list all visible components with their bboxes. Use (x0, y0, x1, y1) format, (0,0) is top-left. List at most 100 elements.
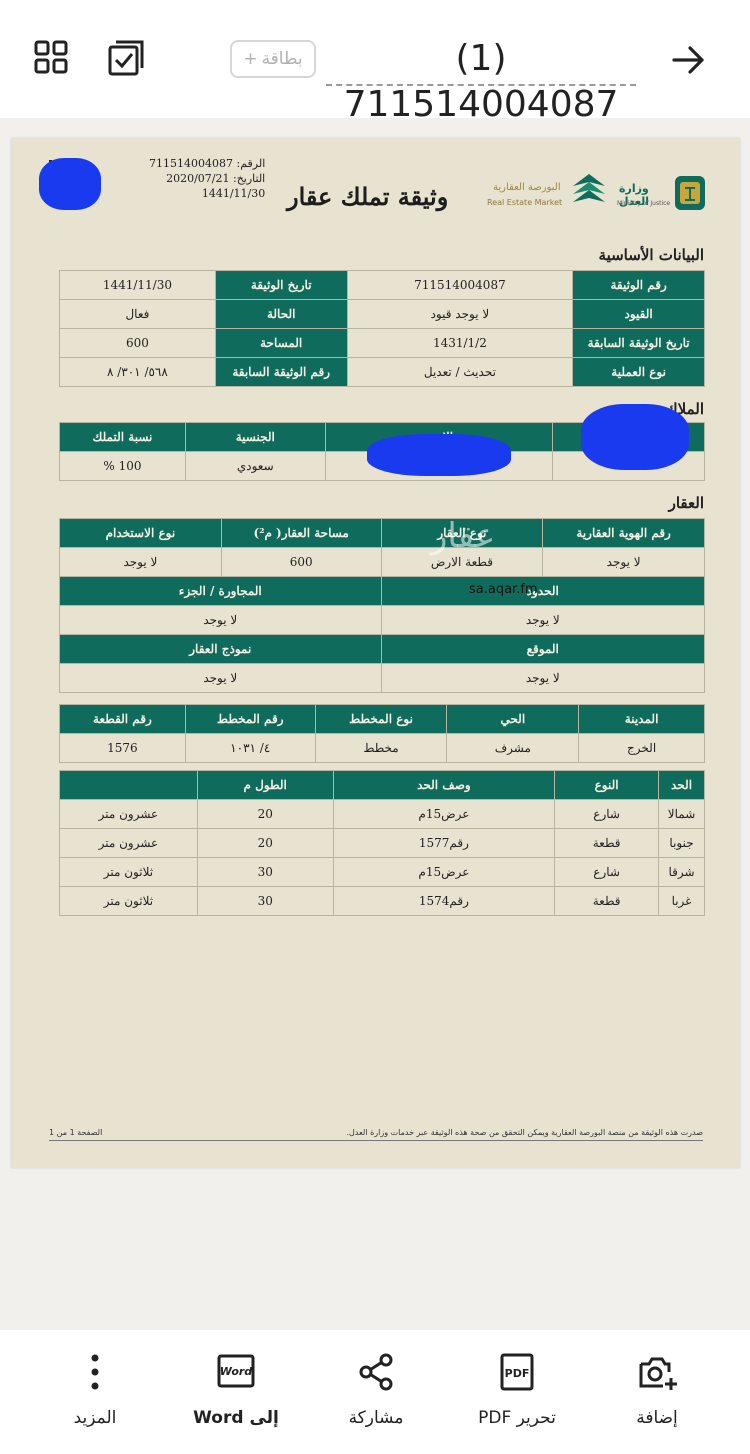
property-table: رقم الهوية العقارية نوع العقار مساحة الع… (59, 518, 706, 693)
table-cell: عرض15م (332, 857, 556, 887)
meta-number: 711514004087 (149, 157, 233, 170)
table-row: شمالا شارع عرض15م 20 عشرون متر (59, 799, 705, 829)
table-header-cell: نوع الاستخدام (59, 518, 222, 548)
table-header-cell: نسبة التملك (59, 422, 186, 452)
table-row: رقم الهوية العقارية نوع العقار مساحة الع… (59, 518, 705, 548)
table-cell: 711514004087 (346, 270, 574, 300)
grid-view-icon[interactable] (32, 38, 72, 78)
ministry-of-justice-logo: وزارة العدل Ministry of Justice (617, 182, 671, 208)
market-emblem-icon (573, 174, 605, 202)
table-header-cell: رقم الوثيقة (572, 270, 705, 300)
table-cell: شمالا (658, 799, 705, 829)
table-row: شرقا شارع عرض15م 30 ثلاثون متر (59, 857, 705, 887)
property-title: العقار (668, 494, 704, 512)
redaction-mark (39, 158, 101, 210)
table-cell: لا يوجد (380, 663, 706, 693)
table-cell: لا يوجد (59, 605, 382, 635)
table-row: الخرج مشرف مخطط ٤/ ١٠٣١ 1576 (59, 733, 705, 763)
table-cell: فعال (59, 299, 216, 329)
to-word-button-label: إلى Word (193, 1408, 279, 1428)
table-header-cell: الحدود (380, 576, 706, 606)
ministry-emblem-icon (675, 176, 705, 210)
meta-date-gregorian: 2020/07/21 (166, 172, 230, 185)
more-button[interactable]: المزيد (30, 1352, 160, 1442)
table-cell: عشرون متر (59, 799, 198, 829)
aqar-watermark-url: sa.aqar.fm (469, 582, 538, 597)
table-cell: 100 % (59, 451, 186, 481)
table-header-cell: الطول م (196, 770, 334, 800)
table-cell: لا يوجد (380, 605, 706, 635)
table-row: نوع العملية تحديث / تعديل رقم الوثيقة ال… (59, 357, 705, 387)
table-row: رقم الوثيقة 711514004087 تاريخ الوثيقة 1… (59, 270, 705, 300)
table-cell: 1576 (59, 733, 186, 763)
table-cell: ثلاثون متر (59, 857, 198, 887)
table-cell: سعودي (184, 451, 326, 481)
table-cell: غربا (658, 886, 705, 916)
document-viewer[interactable]: الرقم: 711514004087 التاريخ: 2020/07/21 … (0, 118, 750, 1330)
add-card-chip[interactable]: + بطاقة (230, 40, 316, 78)
table-cell: شرقا (658, 857, 705, 887)
table-cell: الخرج (578, 733, 705, 763)
basic-data-title: البيانات الأساسية (598, 246, 704, 264)
table-header-cell: المدينة (578, 704, 705, 734)
to-word-button[interactable]: Word إلى Word (171, 1352, 301, 1442)
table-header-cell: الجنسية (184, 422, 326, 452)
redaction-mark (367, 434, 511, 476)
table-header-cell: النوع (554, 770, 660, 800)
svg-text:Word: Word (220, 1365, 253, 1378)
add-button[interactable]: إضافة (592, 1352, 722, 1442)
share-button-label: مشاركة (348, 1408, 404, 1428)
table-cell: قطعة (554, 886, 660, 916)
pdf-edit-icon: PDF (500, 1353, 534, 1391)
table-header-cell: القيود (572, 299, 705, 329)
add-button-label: إضافة (636, 1408, 678, 1428)
table-header-cell (59, 770, 198, 800)
table-cell: رقم1574 (332, 886, 556, 916)
table-cell: ثلاثون متر (59, 886, 198, 916)
table-cell: ٥٦٨/ ٣٠١/ ٨ (59, 357, 216, 387)
plus-icon: + (243, 49, 258, 69)
document-title[interactable]: (1) 711514004087 (326, 36, 636, 125)
table-cell: 20 (196, 799, 334, 829)
table-row: لا يوجد لا يوجد (59, 605, 706, 635)
table-header-cell: تاريخ الوثيقة (214, 270, 348, 300)
table-row: لا يوجد قطعة الارض 600 لا يوجد (59, 547, 705, 577)
card-chip-label: بطاقة (261, 49, 303, 69)
table-cell: مخطط (314, 733, 448, 763)
table-cell: لا يوجد قيود (346, 299, 574, 329)
add-photo-icon (639, 1357, 677, 1390)
table-row: جنوبا قطعة رقم1577 20 عشرون متر (59, 828, 705, 858)
footer-page-number: الصفحة 1 من 1 (49, 1128, 103, 1137)
share-button[interactable]: مشاركة (311, 1352, 441, 1442)
table-row: المدينة الحي نوع المخطط رقم المخطط رقم ا… (59, 704, 705, 734)
basic-data-table: رقم الوثيقة 711514004087 تاريخ الوثيقة 1… (59, 270, 705, 387)
table-header-cell: المساحة (214, 328, 348, 358)
table-cell: عرض15م (332, 799, 556, 829)
footer-note: صدرت هذه الوثيقة من منصة البورصة العقاري… (346, 1128, 703, 1137)
share-icon (359, 1353, 393, 1391)
bottom-toolbar: إضافة PDF تحرير PDF مشاركة Word إلى Word… (0, 1330, 750, 1454)
table-cell: 1431/1/2 (346, 328, 574, 358)
location-table: المدينة الحي نوع المخطط رقم المخطط رقم ا… (59, 704, 705, 763)
edit-pdf-button[interactable]: PDF تحرير PDF (452, 1352, 582, 1442)
footer-divider (49, 1140, 703, 1141)
table-cell: لا يوجد (59, 663, 382, 693)
table-cell: جنوبا (658, 828, 705, 858)
table-header-cell: تاريخ الوثيقة السابقة (572, 328, 705, 358)
table-cell: تحديث / تعديل (346, 357, 574, 387)
arrow-right-icon[interactable] (668, 40, 708, 80)
table-cell: مشرف (446, 733, 580, 763)
table-cell: 30 (196, 857, 334, 887)
meta-date-label: التاريخ: (232, 172, 266, 185)
table-header-cell: رقم الوثيقة السابقة (214, 357, 348, 387)
table-header-cell: المجاورة / الجزء (59, 576, 382, 606)
table-cell: لا يوجد (59, 547, 222, 577)
table-row: تاريخ الوثيقة السابقة 1431/1/2 المساحة 6… (59, 328, 705, 358)
table-header-cell: الموقع (380, 634, 706, 664)
document-main-title: وثيقة تملك عقار (287, 182, 449, 211)
table-cell: 30 (196, 886, 334, 916)
table-cell: قطعة (554, 828, 660, 858)
table-header-cell: رقم المخطط (184, 704, 316, 734)
select-pages-icon[interactable] (106, 38, 146, 78)
table-cell: عشرون متر (59, 828, 198, 858)
